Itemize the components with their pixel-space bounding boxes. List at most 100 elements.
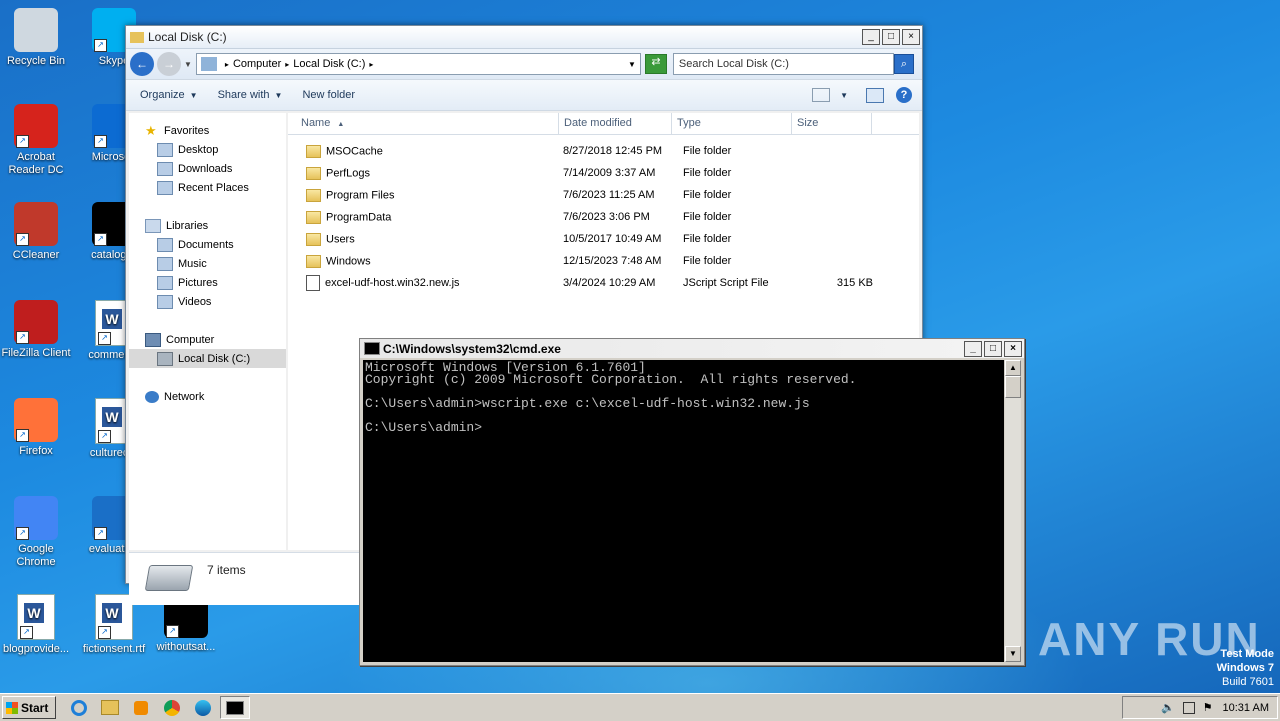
nav-item[interactable]: Desktop — [129, 140, 286, 159]
chrome-icon[interactable] — [158, 697, 186, 718]
folder-icon — [306, 188, 321, 202]
column-date[interactable]: Date modified — [559, 113, 672, 134]
breadcrumb-separator-icon: ▸ — [285, 59, 290, 69]
nav-computer[interactable]: Computer — [129, 330, 286, 349]
desktop-icon-label: Firefox — [19, 445, 53, 457]
scroll-down-arrow[interactable]: ▼ — [1005, 646, 1021, 662]
cmd-window: C:\Windows\system32\cmd.exe _ □ × Micros… — [359, 338, 1025, 666]
shortcut-arrow-icon: ↗ — [16, 527, 29, 540]
nav-libraries[interactable]: Libraries — [129, 216, 286, 235]
recent-pages-caret[interactable]: ▼ — [184, 60, 192, 69]
favorites-list: Desktop Downloads Recent Places — [129, 140, 286, 197]
share-with-button[interactable]: Share with ▼ — [208, 89, 293, 101]
view-options-icon[interactable] — [812, 88, 831, 102]
app-icon: ↗ — [14, 496, 58, 540]
app-icon: ↗ — [14, 398, 58, 442]
app-icon: ↗ — [17, 594, 55, 640]
desktop-icon[interactable]: ↗ blogprovide... — [0, 594, 74, 656]
column-name[interactable]: Name ▲ — [288, 113, 559, 134]
desktop-icon[interactable]: ↗ Acrobat Reader DC — [0, 104, 74, 177]
file-row[interactable]: PerfLogs 7/14/2009 3:37 AM File folder — [288, 162, 919, 184]
column-type[interactable]: Type — [672, 113, 792, 134]
file-row[interactable]: Windows 12/15/2023 7:48 AM File folder — [288, 250, 919, 272]
forward-button[interactable]: → — [157, 52, 181, 76]
desktop-icon[interactable]: ↗ Firefox — [0, 398, 74, 458]
scroll-thumb[interactable] — [1005, 376, 1021, 398]
nav-network[interactable]: Network — [129, 387, 286, 406]
desktop-icon[interactable]: Recycle Bin — [0, 8, 74, 68]
nav-item[interactable]: Recent Places — [129, 178, 286, 197]
edge-icon[interactable] — [189, 697, 217, 718]
sort-asc-icon: ▲ — [337, 121, 345, 128]
cmd-console[interactable]: Microsoft Windows [Version 6.1.7601] Copy… — [363, 360, 1004, 662]
nav-item[interactable]: Pictures — [129, 273, 286, 292]
desktop-icon[interactable]: ↗ Google Chrome — [0, 496, 74, 569]
desktop-icon[interactable]: ↗ FileZilla Client — [0, 300, 74, 360]
test-mode-line2: Windows 7 — [1216, 662, 1274, 674]
explorer-taskbar-icon[interactable] — [96, 697, 124, 718]
search-icon[interactable]: ⌕ — [893, 54, 914, 74]
cmd-maximize-button[interactable]: □ — [984, 340, 1002, 357]
desktop-icon-label: withoutsat... — [156, 641, 216, 653]
cmd-titlebar[interactable]: C:\Windows\system32\cmd.exe _ □ × — [360, 339, 1024, 358]
breadcrumb-computer[interactable]: Computer — [233, 58, 281, 70]
file-row[interactable]: Users 10/5/2017 10:49 AM File folder — [288, 228, 919, 250]
nav-item-label: Desktop — [178, 143, 219, 156]
nav-favorites-label: Favorites — [164, 124, 210, 137]
file-name-cell: Program Files — [288, 188, 563, 202]
address-dropdown-icon[interactable]: ▼ — [628, 60, 636, 69]
scroll-up-arrow[interactable]: ▲ — [1005, 360, 1021, 376]
close-button[interactable]: × — [902, 29, 920, 45]
maximize-button[interactable]: □ — [882, 29, 900, 45]
help-icon[interactable]: ? — [896, 87, 912, 103]
view-options-caret[interactable]: ▼ — [840, 91, 848, 100]
organize-button[interactable]: Organize ▼ — [126, 89, 208, 101]
minimize-button[interactable]: _ — [862, 29, 880, 45]
file-row[interactable]: MSOCache 8/27/2018 12:45 PM File folder — [288, 140, 919, 162]
cmd-close-button[interactable]: × — [1004, 340, 1022, 357]
shortcut-arrow-icon: ↗ — [98, 430, 111, 443]
file-name: PerfLogs — [326, 166, 371, 179]
ie-icon[interactable] — [65, 697, 93, 718]
nav-item[interactable]: Downloads — [129, 159, 286, 178]
explorer-titlebar[interactable]: Local Disk (C:) _ □ × — [126, 26, 922, 49]
desktop-icon[interactable]: ↗ CCleaner — [0, 202, 74, 262]
new-folder-button[interactable]: New folder — [292, 89, 365, 101]
address-bar[interactable]: ▸ Computer ▸ Local Disk (C:) ▸ ▼ — [195, 53, 641, 75]
preview-pane-icon[interactable] — [866, 87, 884, 103]
column-size[interactable]: Size — [792, 113, 872, 134]
libraries-list: Documents Music Pictures Videos — [129, 235, 286, 311]
network-tray-icon[interactable] — [1182, 701, 1195, 714]
system-tray: 🔈 ⚑ 10:31 AM — [1122, 696, 1278, 719]
favorite-item-icon — [157, 142, 173, 157]
network-icon — [145, 390, 159, 403]
nav-item[interactable]: Videos — [129, 292, 286, 311]
clock[interactable]: 10:31 AM — [1223, 702, 1269, 714]
nav-item[interactable]: Music — [129, 254, 286, 273]
media-player-icon[interactable] — [127, 697, 155, 718]
cmd-taskbar-icon[interactable] — [220, 696, 250, 719]
nav-item-label: Pictures — [178, 276, 218, 289]
file-row[interactable]: Program Files 7/6/2023 11:25 AM File folde… — [288, 184, 919, 206]
file-row[interactable]: excel-udf-host.win32.new.js 3/4/2024 10:2… — [288, 272, 919, 294]
file-type: File folder — [683, 145, 732, 157]
flag-icon[interactable]: ⚑ — [1203, 701, 1213, 714]
cmd-minimize-button[interactable]: _ — [964, 340, 982, 357]
volume-icon[interactable]: 🔈 — [1161, 701, 1175, 714]
shortcut-arrow-icon: ↗ — [16, 135, 29, 148]
file-name-cell: Users — [288, 232, 563, 246]
app-icon: ↗ — [14, 202, 58, 246]
search-input[interactable]: Search Local Disk (C:) — [672, 53, 894, 75]
refresh-button[interactable]: ⇄ — [644, 54, 667, 74]
nav-item[interactable]: Documents — [129, 235, 286, 254]
start-button[interactable]: Start — [2, 696, 56, 719]
cmd-scrollbar[interactable]: ▲ ▼ — [1005, 360, 1021, 662]
breadcrumb-local-disk[interactable]: Local Disk (C:) — [293, 58, 365, 70]
shortcut-arrow-icon: ↗ — [94, 527, 107, 540]
nav-favorites[interactable]: ★ Favorites — [129, 121, 286, 140]
script-file-icon — [306, 275, 320, 291]
nav-local-disk[interactable]: Local Disk (C:) — [129, 349, 286, 368]
file-row[interactable]: ProgramData 7/6/2023 3:06 PM File folder — [288, 206, 919, 228]
back-button[interactable]: ← — [130, 52, 154, 76]
address-row: ← → ▼ ▸ Computer ▸ Local Disk (C:) ▸ ▼ ⇄… — [126, 49, 922, 79]
